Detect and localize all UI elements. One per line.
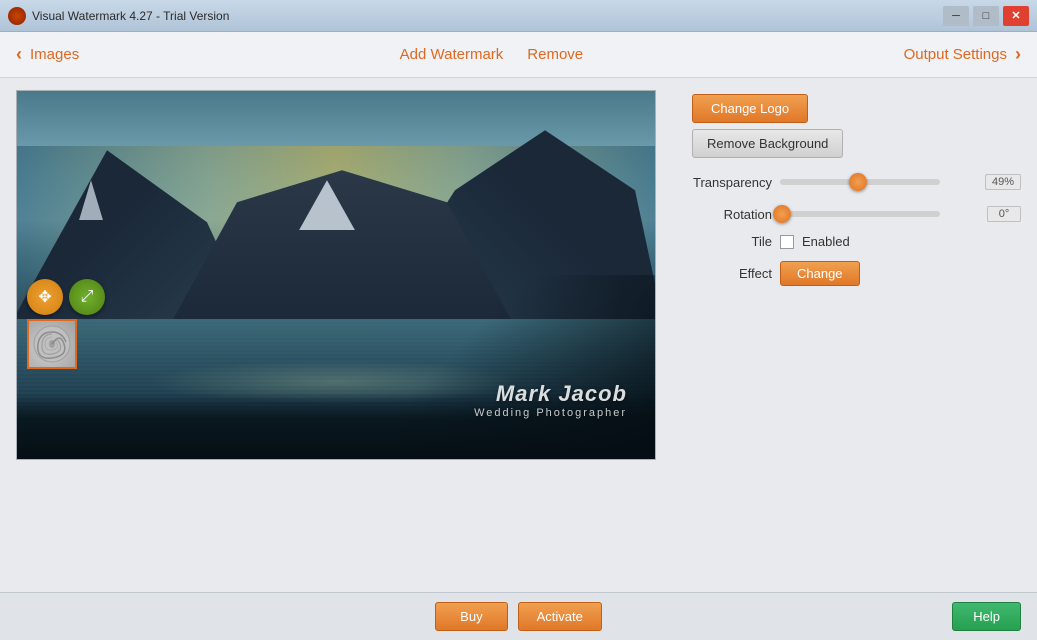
rotation-slider-thumb[interactable] xyxy=(773,205,791,223)
transparency-slider-track[interactable] xyxy=(780,179,940,185)
bottom-bar: Buy Activate Help xyxy=(0,592,1037,640)
output-settings-nav-link[interactable]: Output Settings xyxy=(904,46,1007,63)
overlay-controls: ✥ ⤢ xyxy=(27,279,105,369)
nav-center: Add Watermark Remove xyxy=(400,46,584,63)
activate-button[interactable]: Activate xyxy=(518,602,602,631)
forward-arrow-icon: › xyxy=(1015,44,1021,65)
effect-label: Effect xyxy=(692,266,772,281)
back-arrow-icon: ‹ xyxy=(16,44,22,65)
move-button[interactable]: ✥ xyxy=(27,279,63,315)
close-button[interactable]: ✕ xyxy=(1003,6,1029,26)
watermark-lastname: Jacob xyxy=(558,381,627,406)
tile-label: Tile xyxy=(692,234,772,249)
resize-icon: ⤢ xyxy=(81,288,94,306)
logo-thumb-inner xyxy=(29,321,75,367)
change-effect-button[interactable]: Change xyxy=(780,261,860,286)
minimize-button[interactable]: ─ xyxy=(943,6,969,26)
window-controls: ─ □ ✕ xyxy=(943,6,1029,26)
help-button[interactable]: Help xyxy=(952,602,1021,631)
watermark-subtitle: Wedding Photographer xyxy=(474,407,627,419)
main-content: Mark Jacob Wedding Photographer ✥ ⤢ xyxy=(0,78,1037,592)
add-watermark-nav-link[interactable]: Add Watermark xyxy=(400,46,504,63)
move-icon: ✥ xyxy=(38,287,51,307)
tile-enabled-label: Enabled xyxy=(802,234,850,249)
watermark-firstname: Mark xyxy=(496,381,551,406)
title-bar: Visual Watermark 4.27 - Trial Version ─ … xyxy=(0,0,1037,32)
transparency-slider-thumb[interactable] xyxy=(849,173,867,191)
app-icon xyxy=(8,7,26,25)
image-container: Mark Jacob Wedding Photographer ✥ ⤢ xyxy=(16,90,656,460)
maximize-button[interactable]: □ xyxy=(973,6,999,26)
nav-left: ‹ Images xyxy=(16,44,79,65)
remove-background-button[interactable]: Remove Background xyxy=(692,129,843,158)
rotation-label: Rotation xyxy=(692,207,772,222)
dark-right xyxy=(400,275,655,459)
buy-button[interactable]: Buy xyxy=(435,602,507,631)
right-panel: Change Logo Remove Background Transparen… xyxy=(692,90,1021,580)
transparency-row: Transparency 49% xyxy=(692,174,1021,190)
resize-button[interactable]: ⤢ xyxy=(69,279,105,315)
nav-bar: ‹ Images Add Watermark Remove Output Set… xyxy=(0,32,1037,78)
nav-right: Output Settings › xyxy=(904,44,1021,65)
remove-nav-link[interactable]: Remove xyxy=(527,46,583,63)
bottom-right-spacer: Help xyxy=(602,602,1021,631)
title-bar-left: Visual Watermark 4.27 - Trial Version xyxy=(8,7,229,25)
logo-spiral-icon xyxy=(32,324,72,364)
transparency-label: Transparency xyxy=(692,175,772,190)
watermark-overlay: Mark Jacob Wedding Photographer xyxy=(474,381,627,419)
rotation-row: Rotation 0° xyxy=(692,206,1021,222)
tile-checkbox[interactable] xyxy=(780,235,794,249)
rotation-slider-track[interactable] xyxy=(780,211,940,217)
transparency-slider-fill xyxy=(780,179,858,185)
rotation-value: 0° xyxy=(987,206,1021,222)
watermark-name: Mark Jacob xyxy=(474,381,627,407)
logo-buttons: Change Logo Remove Background xyxy=(692,94,1021,158)
transparency-value: 49% xyxy=(985,174,1021,190)
tile-row: Tile Enabled xyxy=(692,234,1021,249)
transparency-slider-container xyxy=(780,179,977,185)
image-area: Mark Jacob Wedding Photographer ✥ ⤢ xyxy=(16,90,676,580)
effect-row: Effect Change xyxy=(692,261,1021,286)
app-title: Visual Watermark 4.27 - Trial Version xyxy=(32,9,229,23)
rotation-slider-container xyxy=(780,211,979,217)
images-nav-link[interactable]: Images xyxy=(30,46,79,63)
overlay-top-controls: ✥ ⤢ xyxy=(27,279,105,315)
change-logo-button[interactable]: Change Logo xyxy=(692,94,808,123)
bottom-center-buttons: Buy Activate xyxy=(435,602,602,631)
logo-thumbnail[interactable] xyxy=(27,319,77,369)
